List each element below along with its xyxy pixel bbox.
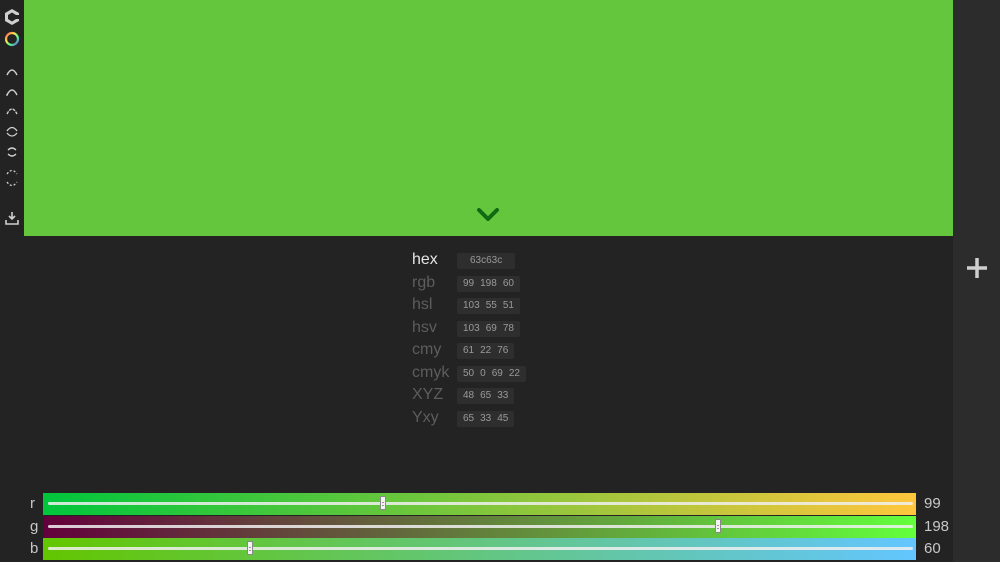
format-value: 63c63c <box>470 255 503 266</box>
format-value: 76 <box>497 345 509 356</box>
format-value: 65 <box>480 390 492 401</box>
slider-thumb-r[interactable] <box>379 496 386 510</box>
format-value: 33 <box>497 390 509 401</box>
format-label[interactable]: hsv <box>412 318 437 338</box>
format-value: 103 <box>463 322 480 334</box>
logo-icon[interactable] <box>2 9 22 25</box>
arc-icon[interactable] <box>2 84 22 100</box>
arc-icon[interactable] <box>2 124 22 140</box>
color-wheel-icon[interactable] <box>2 31 22 47</box>
slider-value: 198 <box>924 518 950 535</box>
slider-label: r <box>30 495 35 512</box>
format-value: 45 <box>497 412 509 424</box>
format-values[interactable]: 48 65 33 <box>457 388 515 404</box>
slider-row-g: g 198 <box>0 516 1000 538</box>
format-values[interactable]: 50 0 69 22 <box>457 365 526 382</box>
format-value: 198 <box>480 277 497 289</box>
slider-thumb-b[interactable] <box>247 541 254 555</box>
slider-row-b: b 60 <box>0 538 1000 560</box>
right-panel <box>953 0 1000 562</box>
format-value: 103 <box>463 300 480 311</box>
arc-icon[interactable] <box>2 64 22 80</box>
format-value: 55 <box>485 300 497 311</box>
slider-track-b[interactable] <box>43 538 916 560</box>
slider-value: 99 <box>924 495 941 512</box>
slider-label: b <box>30 540 39 557</box>
format-values[interactable]: 103 69 78 <box>457 320 520 337</box>
format-value: 61 <box>463 345 475 356</box>
format-value: 50 <box>463 367 475 379</box>
arc-icon[interactable] <box>2 103 22 119</box>
add-color-button[interactable] <box>965 256 989 280</box>
color-swatch <box>24 0 953 236</box>
slider-track-r[interactable] <box>43 493 916 515</box>
format-label[interactable]: cmy <box>412 340 441 360</box>
format-label[interactable]: XYZ <box>412 385 443 405</box>
format-value: 33 <box>480 412 492 424</box>
format-value: 0 <box>480 367 486 379</box>
format-value: 48 <box>463 390 475 401</box>
slider-label: g <box>30 518 39 535</box>
format-value: 60 <box>502 277 514 289</box>
format-label[interactable]: rgb <box>412 273 435 293</box>
slider-value: 60 <box>924 540 941 557</box>
arc-icon[interactable] <box>2 169 22 187</box>
format-label[interactable]: hex <box>412 250 438 270</box>
format-value: 69 <box>485 322 497 334</box>
format-value: 69 <box>491 367 503 379</box>
slider-line <box>48 525 913 528</box>
slider-line <box>48 547 913 550</box>
plus-icon <box>967 258 987 278</box>
arc-icon[interactable] <box>2 144 22 160</box>
format-values[interactable]: 99 198 60 <box>457 275 520 292</box>
format-values[interactable]: 103 55 51 <box>457 298 520 314</box>
format-value: 78 <box>502 322 514 334</box>
format-label[interactable]: Yxy <box>412 408 439 428</box>
format-value: 22 <box>480 345 492 356</box>
format-value: 51 <box>502 300 514 311</box>
slider-track-g[interactable] <box>43 516 916 538</box>
format-values[interactable]: 61 22 76 <box>457 343 515 359</box>
slider-row-r: r 99 <box>0 493 1000 515</box>
format-value: 65 <box>463 412 475 424</box>
format-value: 22 <box>508 367 520 379</box>
slider-thumb-g[interactable] <box>715 519 722 533</box>
format-values[interactable]: 65 33 45 <box>457 410 515 427</box>
format-values[interactable]: 63c63c <box>457 253 516 269</box>
download-icon[interactable] <box>2 210 22 226</box>
format-label[interactable]: cmyk <box>412 363 449 383</box>
left-toolbar <box>0 0 24 562</box>
chevron-down-icon[interactable] <box>474 205 502 225</box>
format-value: 99 <box>463 277 475 289</box>
slider-line <box>48 502 913 505</box>
format-label[interactable]: hsl <box>412 295 432 315</box>
